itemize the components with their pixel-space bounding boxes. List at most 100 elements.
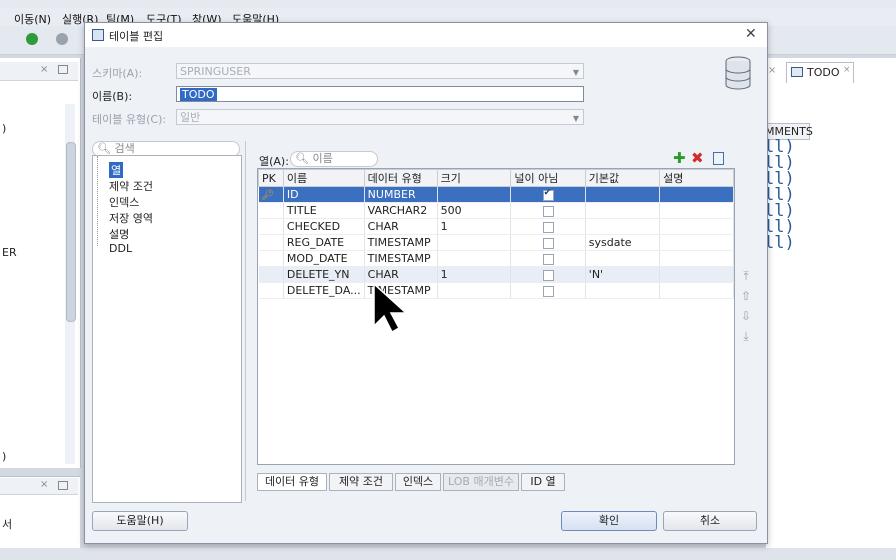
not-null-checkbox[interactable] (542, 253, 554, 265)
table-row[interactable]: DELETE_YN CHAR 1 'N' (258, 266, 734, 283)
header-default[interactable]: 기본값 (584, 169, 661, 187)
cell-size[interactable]: 500 (437, 202, 512, 219)
navigate-icon[interactable] (56, 33, 68, 45)
cell-default[interactable]: sysdate (585, 234, 661, 251)
cell-default[interactable] (585, 282, 661, 299)
close-icon[interactable]: × (843, 65, 851, 75)
cell-not-null[interactable] (510, 250, 586, 267)
not-null-checkbox[interactable] (542, 221, 554, 233)
table-row[interactable]: DELETE_DA... TIMESTAMP (258, 282, 734, 299)
connections-scroll-thumb[interactable] (66, 142, 76, 322)
splitter[interactable] (245, 141, 246, 501)
table-type-select[interactable]: 일반 ▼ (176, 109, 584, 125)
not-null-checkbox[interactable] (542, 237, 554, 249)
cell-size[interactable] (437, 186, 512, 203)
cell-pk[interactable] (258, 234, 284, 251)
cell-description[interactable] (659, 282, 734, 299)
cell-not-null[interactable] (510, 218, 586, 235)
cell-data-type[interactable]: NUMBER (364, 186, 438, 203)
run-icon[interactable] (26, 33, 38, 45)
cell-size[interactable] (437, 234, 512, 251)
cell-description[interactable] (659, 250, 734, 267)
cell-data-type[interactable]: CHAR (364, 218, 438, 235)
cell-pk[interactable] (258, 282, 284, 299)
tree-item-ddl[interactable]: DDL (109, 242, 132, 255)
table-row[interactable]: CHECKED CHAR 1 (258, 218, 734, 235)
tab-indexes[interactable]: 인덱스 (395, 473, 441, 491)
close-icon[interactable]: × (40, 64, 48, 75)
move-up-icon[interactable]: ⇧ (739, 289, 753, 303)
table-row[interactable]: REG_DATE TIMESTAMP sysdate (258, 234, 734, 251)
close-icon[interactable]: × (40, 479, 48, 490)
cell-default[interactable]: 'N' (585, 266, 661, 283)
header-description[interactable]: 설명 (659, 169, 734, 187)
copy-column-icon[interactable] (713, 152, 724, 165)
cell-default[interactable] (585, 202, 661, 219)
tree-item-columns[interactable]: 열 (109, 162, 124, 178)
cell-data-type[interactable]: TIMESTAMP (364, 234, 438, 251)
cell-name[interactable]: REG_DATE (283, 234, 365, 251)
not-null-checkbox[interactable] (542, 285, 554, 297)
cell-data-type[interactable]: TIMESTAMP (364, 250, 438, 267)
add-column-icon[interactable]: ✚ (673, 149, 686, 167)
cell-name[interactable]: CHECKED (283, 218, 365, 235)
cell-not-null[interactable] (510, 282, 586, 299)
tab-constraints[interactable]: 제약 조건 (329, 473, 393, 491)
not-null-checkbox[interactable] (542, 269, 554, 281)
close-icon[interactable]: ✕ (745, 26, 757, 42)
move-down-icon[interactable]: ⇩ (739, 309, 753, 323)
cell-size[interactable]: 1 (437, 266, 512, 283)
cell-pk[interactable] (258, 250, 284, 267)
cell-description[interactable] (659, 186, 734, 203)
header-name[interactable]: 이름 (282, 169, 365, 187)
move-bottom-icon[interactable]: ⤓ (739, 329, 753, 343)
tab-identity-column[interactable]: ID 열 (521, 473, 565, 491)
cell-pk[interactable] (258, 218, 284, 235)
ok-button[interactable]: 확인 (561, 511, 657, 531)
close-icon[interactable]: × (768, 65, 776, 76)
cell-name[interactable]: DELETE_DA... (283, 282, 365, 299)
column-search-input[interactable]: 🔍︎ 이름 (290, 151, 378, 167)
tab-data-type[interactable]: 데이터 유형 (257, 473, 327, 491)
cell-description[interactable] (659, 202, 734, 219)
not-null-checkbox[interactable] (542, 188, 554, 201)
table-row[interactable]: MOD_DATE TIMESTAMP (258, 250, 734, 267)
tree-item-comment[interactable]: 설명 (109, 226, 129, 242)
cell-name[interactable]: DELETE_YN (283, 266, 365, 283)
cell-not-null[interactable] (510, 202, 586, 219)
cell-description[interactable] (659, 218, 734, 235)
cell-not-null[interactable] (510, 266, 586, 283)
cell-pk[interactable] (258, 202, 284, 219)
cell-description[interactable] (659, 234, 734, 251)
table-row[interactable]: 🔑︎ ID NUMBER (258, 186, 734, 203)
cell-not-null[interactable] (510, 186, 586, 203)
cell-default[interactable] (585, 218, 661, 235)
minimize-icon[interactable] (58, 65, 68, 74)
cell-name[interactable]: MOD_DATE (283, 250, 365, 267)
header-not-null[interactable]: 널이 아님 (510, 169, 586, 187)
name-input[interactable]: TODO (176, 86, 584, 102)
schema-select[interactable]: SPRINGUSER ▼ (176, 63, 584, 79)
cancel-button[interactable]: 취소 (663, 511, 757, 531)
cell-description[interactable] (659, 266, 734, 283)
cell-not-null[interactable] (510, 234, 586, 251)
cell-default[interactable] (585, 186, 661, 203)
cell-size[interactable] (437, 250, 512, 267)
move-top-icon[interactable]: ⤒ (739, 269, 753, 283)
help-button[interactable]: 도움말(H) (92, 511, 188, 531)
cell-default[interactable] (585, 250, 661, 267)
header-size[interactable]: 크기 (436, 169, 512, 187)
delete-column-icon[interactable]: ✖ (691, 149, 704, 167)
cell-pk[interactable]: 🔑︎ (258, 186, 284, 203)
tab-lob-params[interactable]: LOB 매개변수 (443, 473, 519, 491)
tab-todo[interactable]: TODO × (786, 62, 854, 83)
menu-navigate[interactable]: 이동(N) (14, 11, 51, 27)
cell-name[interactable]: ID (283, 186, 365, 203)
header-pk[interactable]: PK (258, 169, 284, 187)
cell-name[interactable]: TITLE (283, 202, 365, 219)
header-data-type[interactable]: 데이터 유형 (363, 169, 438, 187)
table-row[interactable]: TITLE VARCHAR2 500 (258, 202, 734, 219)
cell-pk[interactable] (258, 266, 284, 283)
cell-size[interactable]: 1 (437, 218, 512, 235)
cell-data-type[interactable]: VARCHAR2 (364, 202, 438, 219)
